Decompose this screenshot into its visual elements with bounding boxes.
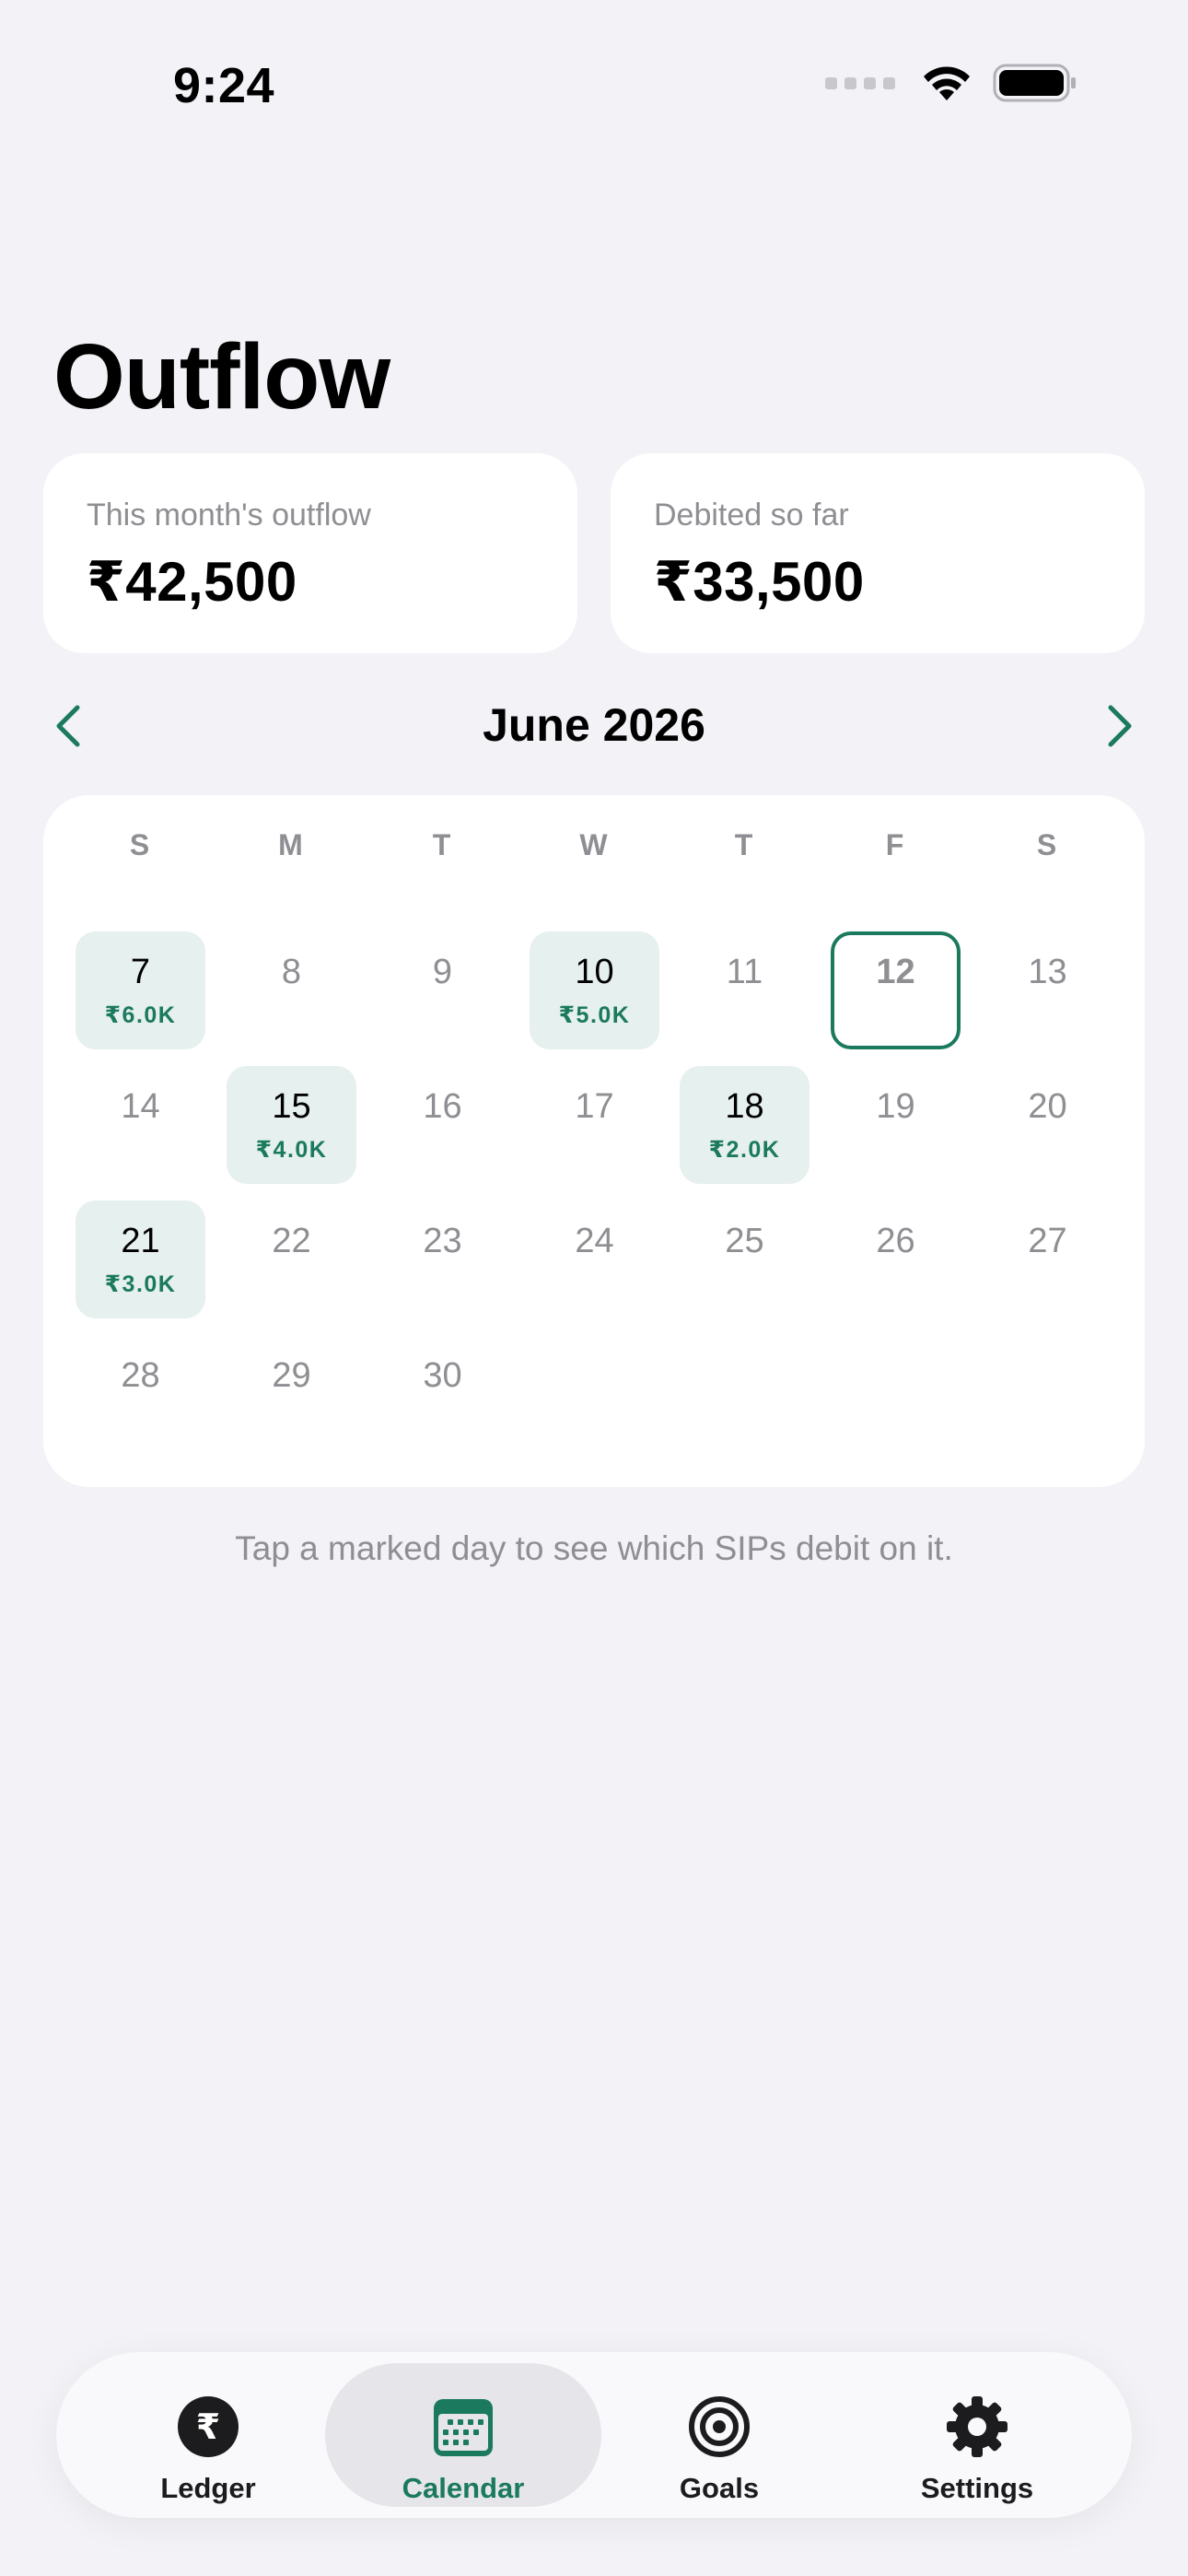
day-number: 26: [876, 1222, 915, 1260]
status-bar: 9:24: [0, 0, 1188, 175]
day-debit-amount: ₹4.0K: [255, 1137, 328, 1163]
target-icon: [689, 2396, 750, 2457]
day-number: 13: [1028, 953, 1067, 991]
monthly-outflow-card: This month's outflow ₹42,500: [43, 453, 577, 653]
calendar-day[interactable]: 29: [227, 1335, 356, 1453]
weekday-header: W: [579, 828, 609, 861]
calendar-day[interactable]: 25: [680, 1200, 809, 1318]
calendar-hint: Tap a marked day to see which SIPs debit…: [235, 1529, 953, 1567]
day-number: 12: [876, 953, 915, 991]
weekday-header: S: [129, 828, 151, 861]
day-number: 25: [725, 1222, 764, 1260]
month-navigation: June 2026: [0, 691, 1188, 760]
day-number: 22: [272, 1222, 311, 1260]
calendar-day[interactable]: 14: [76, 1066, 205, 1184]
day-number: 24: [575, 1222, 614, 1260]
day-number: 27: [1028, 1222, 1067, 1260]
day-number: 7: [130, 953, 151, 991]
calendar-day[interactable]: 13: [983, 931, 1112, 1049]
debited-so-far-card: Debited so far ₹33,500: [611, 453, 1145, 653]
tab-goals[interactable]: Goals: [581, 2363, 857, 2507]
day-number: 11: [726, 953, 763, 991]
calendar-day-marked[interactable]: 15 ₹4.0K: [227, 1066, 356, 1184]
calendar-icon: [434, 2399, 493, 2456]
calendar-day[interactable]: 22: [227, 1200, 356, 1318]
next-month-button[interactable]: [1096, 700, 1142, 752]
day-debit-amount: ₹6.0K: [104, 1002, 177, 1028]
tab-ledger[interactable]: ₹ Ledger: [70, 2363, 346, 2507]
chevron-right-icon: [1108, 705, 1132, 747]
calendar-day[interactable]: 28: [76, 1335, 205, 1453]
calendar-grid: S M T W T F S 7 ₹6.0K 8 9 10 ₹5.0K 11 12 13 14 15 ₹…: [43, 795, 1145, 1487]
weekday-header: F: [885, 828, 905, 861]
status-icons: [825, 63, 1077, 103]
day-number: 15: [272, 1087, 311, 1126]
day-number: 14: [121, 1087, 160, 1126]
calendar-day-marked[interactable]: 7 ₹6.0K: [76, 931, 205, 1049]
calendar-day[interactable]: 11: [680, 931, 809, 1049]
calendar-day-marked[interactable]: 21 ₹3.0K: [76, 1200, 205, 1318]
tab-label: Settings: [920, 2472, 1034, 2504]
calendar-day[interactable]: 8: [227, 931, 356, 1049]
page-title: Outflow: [53, 325, 390, 428]
tab-label: Calendar: [402, 2472, 525, 2504]
tab-label: Goals: [679, 2472, 760, 2504]
battery-icon: [993, 64, 1076, 102]
debited-so-far-label: Debited so far: [654, 498, 849, 533]
day-number: 10: [575, 953, 614, 991]
status-time: 9:24: [173, 58, 275, 113]
day-number: 21: [121, 1222, 160, 1260]
day-number: 9: [432, 953, 453, 991]
debited-so-far-value: ₹33,500: [654, 551, 865, 613]
cellular-signal-icon: [825, 76, 895, 89]
weekday-header: S: [1036, 828, 1058, 861]
calendar-day[interactable]: 20: [983, 1066, 1112, 1184]
day-number: 30: [423, 1356, 462, 1395]
monthly-outflow-value: ₹42,500: [87, 551, 297, 613]
tab-settings[interactable]: Settings: [839, 2363, 1115, 2507]
calendar-day-today[interactable]: 12: [831, 931, 961, 1049]
calendar-day[interactable]: 17: [530, 1066, 659, 1184]
calendar-day[interactable]: 16: [378, 1066, 507, 1184]
calendar-day[interactable]: 19: [831, 1066, 961, 1184]
day-number: 20: [1028, 1087, 1067, 1126]
svg-text:₹: ₹: [196, 2406, 220, 2447]
calendar-day[interactable]: 9: [378, 931, 507, 1049]
day-debit-amount: ₹5.0K: [558, 1002, 631, 1028]
gear-icon: [947, 2396, 1007, 2457]
weekday-header: M: [278, 828, 304, 861]
weekday-header: T: [734, 828, 754, 861]
calendar-day-marked[interactable]: 18 ₹2.0K: [680, 1066, 809, 1184]
day-number: 28: [121, 1356, 160, 1395]
day-debit-amount: ₹2.0K: [708, 1137, 781, 1163]
day-number: 23: [423, 1222, 462, 1260]
tab-label: Ledger: [160, 2472, 256, 2504]
day-number: 8: [281, 953, 302, 991]
calendar-day[interactable]: 23: [378, 1200, 507, 1318]
tab-calendar[interactable]: Calendar: [325, 2363, 601, 2507]
day-number: 29: [272, 1356, 311, 1395]
monthly-outflow-label: This month's outflow: [87, 498, 371, 533]
month-label: June 2026: [483, 699, 705, 751]
day-number: 18: [725, 1087, 764, 1126]
wifi-icon: [924, 66, 970, 100]
calendar-day[interactable]: 30: [378, 1335, 507, 1453]
calendar-day[interactable]: 24: [530, 1200, 659, 1318]
tab-bar: ₹ Ledger Calendar Goals Settings: [56, 2352, 1132, 2518]
calendar-day[interactable]: 26: [831, 1200, 961, 1318]
calendar-day-marked[interactable]: 10 ₹5.0K: [530, 931, 659, 1049]
day-number: 19: [876, 1087, 915, 1126]
weekday-header: T: [432, 828, 452, 861]
day-debit-amount: ₹3.0K: [104, 1271, 177, 1297]
rupee-circle-icon: ₹: [178, 2396, 239, 2457]
day-number: 17: [575, 1087, 614, 1126]
calendar-day[interactable]: 27: [983, 1200, 1112, 1318]
day-number: 16: [423, 1087, 462, 1126]
